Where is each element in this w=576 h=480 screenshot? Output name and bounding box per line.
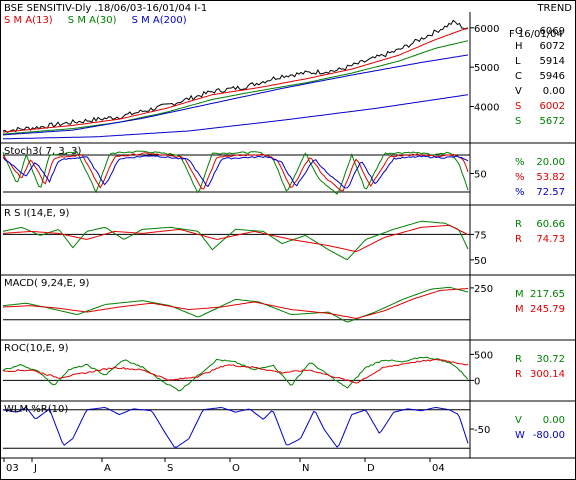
readout-value: 300.14: [530, 369, 565, 380]
legend-label: S M A(200): [132, 15, 187, 26]
x-tick-label: 03: [6, 463, 19, 474]
tick-label: 500: [474, 350, 493, 361]
readout-value: 72.57: [536, 187, 565, 198]
readout-label: H: [515, 41, 523, 52]
readout-value: 30.72: [536, 354, 565, 365]
tick-label: 5000: [474, 63, 499, 74]
chart-canvas: BSE SENSITIV-Dly .18/06/03-16/01/04 I-1 T…: [0, 3, 576, 474]
x-tick-label: O: [232, 463, 240, 474]
readout-value: 74.73: [536, 234, 565, 245]
readout-label: W: [515, 430, 525, 441]
readout-value: 60.66: [536, 219, 565, 230]
tick-label: 0: [474, 376, 480, 387]
readout-value: 5946: [540, 71, 565, 82]
readout-value: 5914: [540, 56, 565, 67]
legend-label: ROC(10,E, 9): [4, 343, 69, 354]
readout-value: 53.82: [536, 172, 565, 183]
chart-title: BSE SENSITIV-Dly .18/06/03-16/01/04 I-1: [4, 3, 207, 14]
legend-label: R S I(14,E, 9): [4, 208, 69, 219]
chart-window: BSE SENSITIV-Dly .18/06/03-16/01/04 I-1 T…: [0, 0, 576, 480]
x-tick-label: D: [367, 463, 375, 474]
readout-label: %: [515, 187, 525, 198]
legend-label: S M A(30): [68, 15, 117, 26]
readout-label: S: [515, 101, 521, 112]
series-line: [2, 358, 469, 384]
tick-label: 250: [474, 284, 493, 295]
series-line: [2, 94, 469, 140]
readout-value: 20.00: [536, 157, 565, 168]
legend-label: Stoch3( 7, 3, 3): [4, 146, 81, 157]
x-tick-label: A: [104, 463, 111, 474]
x-tick-label: J: [33, 463, 37, 474]
series-line: [2, 27, 469, 133]
legend-label: S M A(13): [4, 15, 53, 26]
readout-value: 245.79: [530, 304, 565, 315]
readout-label: R: [515, 354, 522, 365]
readout-value: 6072: [540, 41, 565, 52]
readout-label: %: [515, 172, 525, 183]
tick-label: 6000: [474, 24, 499, 35]
tick-label: -50: [474, 425, 490, 436]
tick-label: 75: [474, 230, 487, 241]
readout-value: 0.00: [543, 86, 565, 97]
readout-label: R: [515, 219, 522, 230]
readout-label: M: [515, 289, 524, 300]
trend-label: TREND: [536, 3, 572, 14]
readout-label: V: [515, 415, 522, 426]
series-line: [2, 220, 469, 260]
legend-label: MACD( 9,24,E, 9): [4, 278, 90, 289]
tick-label: 4000: [474, 103, 499, 114]
tick-label: 50: [474, 170, 487, 181]
readout-label: V: [515, 86, 522, 97]
readout-value: 0.00: [543, 415, 565, 426]
readout-value: 217.65: [530, 289, 565, 300]
date-label: F 16/01/04: [509, 29, 563, 40]
readout-label: %: [515, 157, 525, 168]
readout-label: M: [515, 304, 524, 315]
x-tick-label: 04: [432, 463, 445, 474]
legend-label: WLM %R(10): [4, 404, 68, 415]
tick-label: 50: [474, 256, 487, 267]
series-line: [2, 406, 469, 448]
readout-label: R: [515, 234, 522, 245]
readout-label: C: [515, 71, 522, 82]
readout-label: L: [515, 56, 521, 67]
readout-value: 5672: [540, 116, 565, 127]
readout-label: R: [515, 369, 522, 380]
series-line: [2, 19, 469, 133]
readout-label: S: [515, 116, 521, 127]
x-tick-label: S: [167, 463, 173, 474]
series-line: [2, 155, 469, 189]
readout-value: -80.00: [533, 430, 565, 441]
readout-value: 6002: [540, 101, 565, 112]
x-tick-label: N: [302, 463, 309, 474]
